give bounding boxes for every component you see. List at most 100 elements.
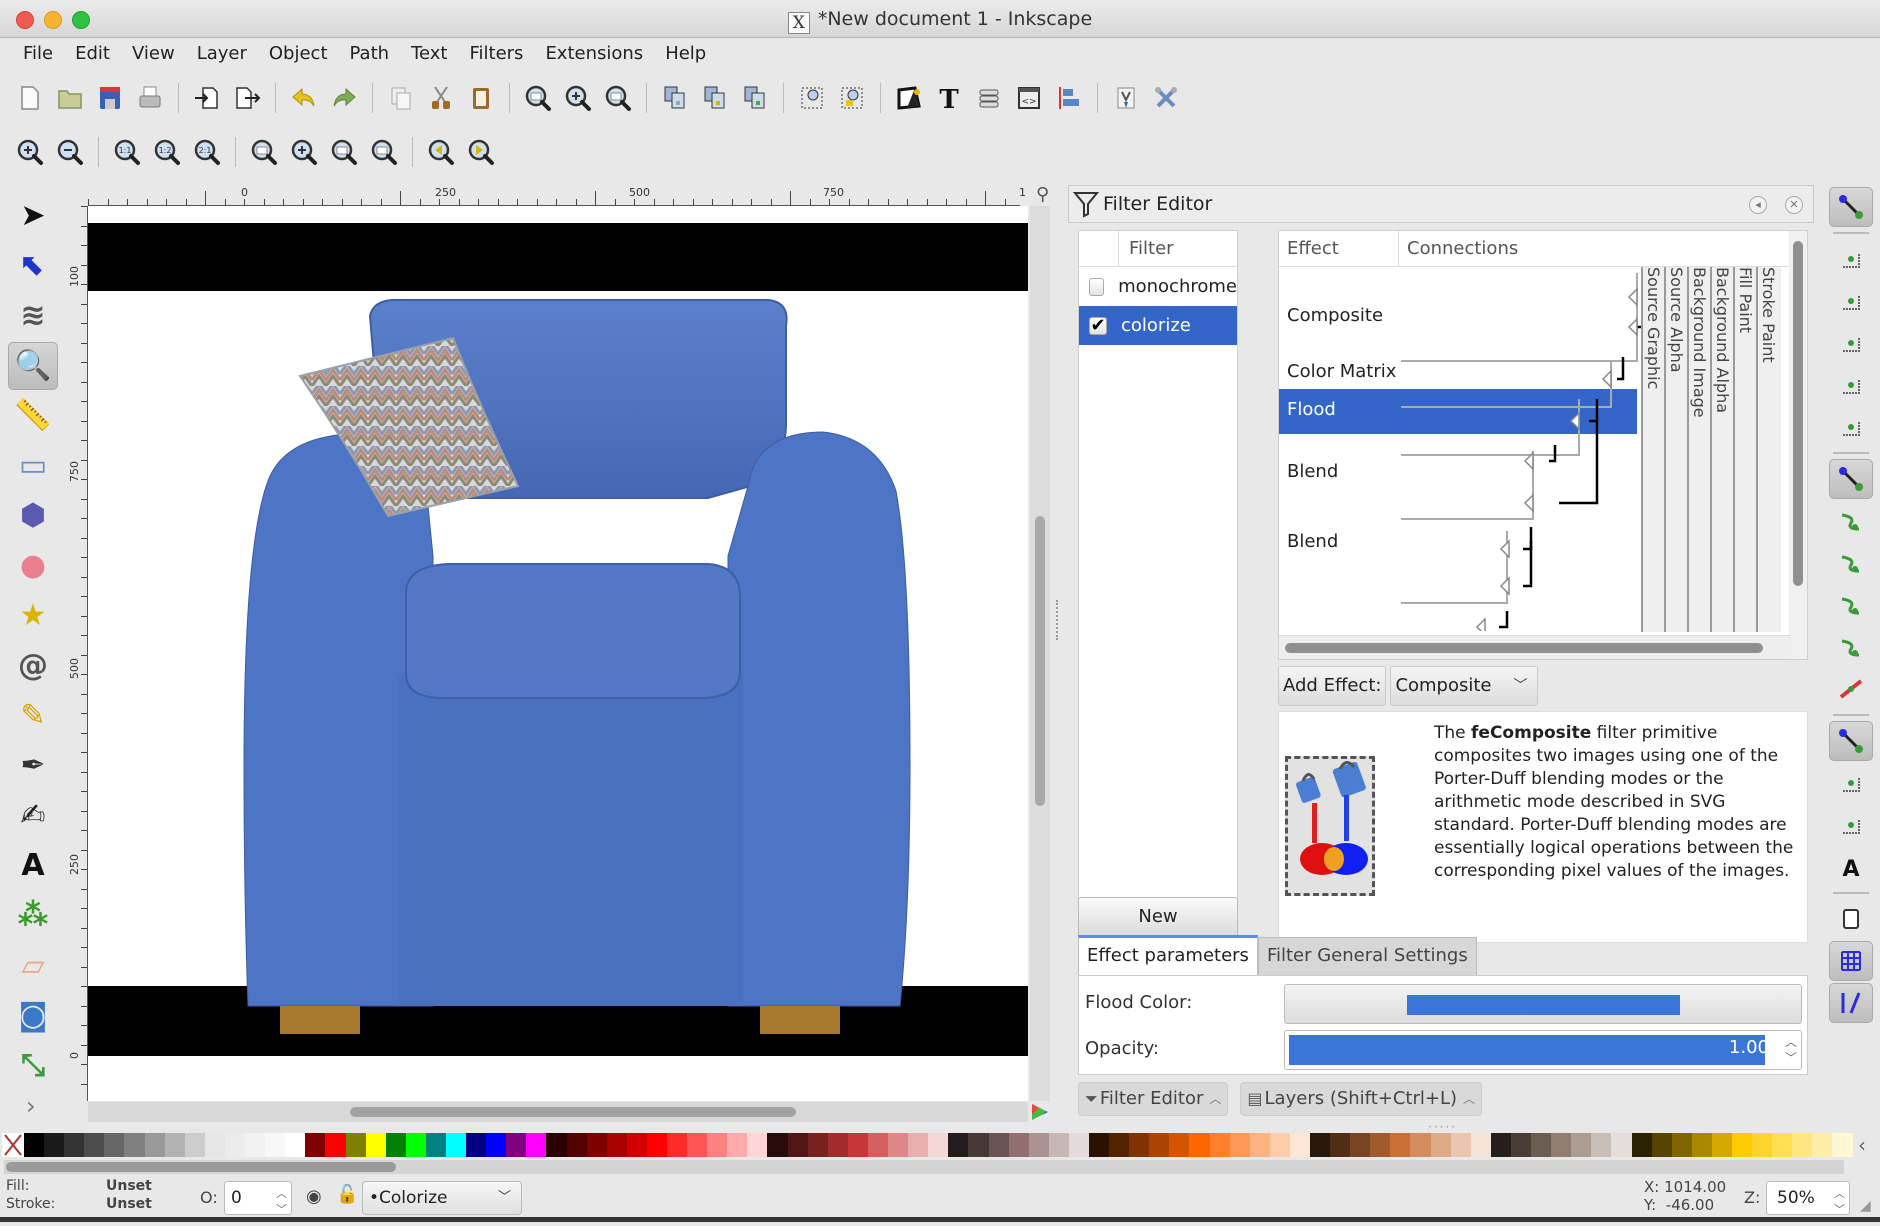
scrollbar-thumb[interactable] bbox=[6, 1162, 396, 1172]
palette-swatch[interactable] bbox=[1410, 1133, 1431, 1157]
palette-swatch[interactable] bbox=[1490, 1133, 1511, 1157]
spiral-tool-button[interactable]: @ bbox=[8, 642, 58, 690]
zoom-1-2-button[interactable]: 1:2 bbox=[147, 132, 187, 172]
palette-swatch[interactable] bbox=[1068, 1133, 1089, 1157]
palette-swatch[interactable] bbox=[1591, 1133, 1612, 1157]
color-management-icon[interactable] bbox=[1032, 1104, 1048, 1120]
paste-button[interactable] bbox=[461, 78, 501, 118]
palette-swatch[interactable] bbox=[1470, 1133, 1491, 1157]
object-opacity-spinbox[interactable]: 0 ︿ ﹀ bbox=[224, 1181, 292, 1216]
palette-swatch[interactable] bbox=[1289, 1133, 1310, 1157]
resize-grip[interactable]: ◢ bbox=[1860, 1198, 1871, 1214]
toolbox-more-button[interactable]: › bbox=[26, 1092, 66, 1120]
palette-swatch[interactable] bbox=[1531, 1133, 1552, 1157]
palette-swatch[interactable] bbox=[1310, 1133, 1331, 1157]
spin-down-icon[interactable]: ﹀ bbox=[1785, 1049, 1797, 1066]
export-button[interactable] bbox=[227, 78, 267, 118]
palette-swatch[interactable] bbox=[526, 1133, 547, 1157]
scrollbar-thumb[interactable] bbox=[1035, 516, 1045, 806]
palette-swatch[interactable] bbox=[245, 1133, 266, 1157]
palette-swatch[interactable] bbox=[1792, 1133, 1813, 1157]
ungroup-button[interactable] bbox=[832, 78, 872, 118]
palette-swatch[interactable] bbox=[1028, 1133, 1049, 1157]
snap-object-center-toggle[interactable] bbox=[1829, 763, 1873, 803]
connection-input-port[interactable] bbox=[1499, 576, 1510, 596]
3d-box-tool-button[interactable]: ⬢ bbox=[8, 492, 58, 540]
spin-up-icon[interactable]: ︿ bbox=[1785, 1033, 1797, 1050]
palette-swatch[interactable] bbox=[506, 1133, 527, 1157]
connection-input-port[interactable] bbox=[1601, 369, 1612, 389]
palette-swatch[interactable] bbox=[1711, 1133, 1732, 1157]
palette-swatch[interactable] bbox=[807, 1133, 828, 1157]
palette-swatch[interactable] bbox=[1450, 1133, 1471, 1157]
palette-swatch[interactable] bbox=[1129, 1133, 1150, 1157]
import-button[interactable] bbox=[187, 78, 227, 118]
palette-swatch[interactable] bbox=[646, 1133, 667, 1157]
scrollbar-thumb[interactable] bbox=[1793, 241, 1803, 586]
palette-swatch[interactable] bbox=[767, 1133, 788, 1157]
palette-swatch[interactable] bbox=[466, 1133, 487, 1157]
menu-text[interactable]: Text bbox=[400, 43, 458, 64]
cut-button[interactable] bbox=[421, 78, 461, 118]
menu-extensions[interactable]: Extensions bbox=[534, 43, 654, 64]
palette-swatch[interactable] bbox=[265, 1133, 286, 1157]
unlink-clone-button[interactable] bbox=[735, 78, 775, 118]
palette-swatch[interactable] bbox=[1330, 1133, 1351, 1157]
canvas-horizontal-scrollbar[interactable] bbox=[88, 1102, 1028, 1122]
palette-swatch[interactable] bbox=[305, 1133, 326, 1157]
palette-swatch[interactable] bbox=[546, 1133, 567, 1157]
snap-others-toggle[interactable] bbox=[1829, 721, 1873, 761]
palette-swatch[interactable] bbox=[1671, 1133, 1692, 1157]
palette-swatch[interactable] bbox=[1752, 1133, 1773, 1157]
filter-enabled-checkbox[interactable] bbox=[1089, 277, 1105, 296]
palette-swatch[interactable] bbox=[787, 1133, 808, 1157]
duplicate-button[interactable] bbox=[655, 78, 695, 118]
zoom-corner-icon[interactable]: ⚲ bbox=[1036, 184, 1049, 205]
menu-file[interactable]: File bbox=[12, 43, 64, 64]
document-properties-button[interactable] bbox=[1106, 78, 1146, 118]
palette-swatch[interactable] bbox=[687, 1133, 708, 1157]
panel-resize-handle[interactable] bbox=[1056, 600, 1060, 640]
align-distribute-button[interactable] bbox=[1049, 78, 1089, 118]
eraser-tool-button[interactable]: ▱ bbox=[8, 942, 58, 990]
filter-enabled-checkbox[interactable]: ✔ bbox=[1089, 316, 1107, 335]
palette-swatch[interactable] bbox=[566, 1133, 587, 1157]
xml-editor-button[interactable]: <> bbox=[1009, 78, 1049, 118]
dock-tab-filter[interactable]: ⏷ Filter Editor ︿ bbox=[1078, 1082, 1229, 1116]
palette-swatch[interactable] bbox=[667, 1133, 688, 1157]
canvas[interactable] bbox=[88, 206, 1028, 1101]
preferences-button[interactable] bbox=[1146, 78, 1186, 118]
palette-swatch[interactable] bbox=[1571, 1133, 1592, 1157]
opacity-slider[interactable]: 1.00 ︿ ﹀ bbox=[1284, 1030, 1802, 1070]
toggle-visibility-icon[interactable]: ◉ bbox=[306, 1186, 322, 1207]
palette-swatch[interactable] bbox=[44, 1133, 65, 1157]
new-filter-button[interactable]: New bbox=[1078, 897, 1238, 937]
palette-swatch[interactable] bbox=[1731, 1133, 1753, 1157]
calligraphy-tool-button[interactable]: ✍ bbox=[8, 792, 58, 840]
palette-swatch[interactable] bbox=[405, 1133, 426, 1157]
palette-swatch[interactable] bbox=[747, 1133, 768, 1157]
palette-swatch[interactable] bbox=[84, 1133, 105, 1157]
measure-tool-button[interactable]: 📏 bbox=[8, 392, 58, 440]
palette-swatch[interactable] bbox=[908, 1133, 929, 1157]
palette-swatch[interactable] bbox=[1109, 1133, 1130, 1157]
palette-swatch[interactable] bbox=[1048, 1133, 1069, 1157]
palette-swatch[interactable] bbox=[164, 1133, 185, 1157]
palette-swatch[interactable] bbox=[606, 1133, 627, 1157]
zoom-selection-button[interactable] bbox=[244, 132, 284, 172]
text-font-button[interactable]: T bbox=[929, 78, 969, 118]
palette-scrollbar[interactable] bbox=[4, 1160, 1844, 1174]
palette-swatch[interactable] bbox=[1249, 1133, 1270, 1157]
palette-swatch[interactable] bbox=[325, 1133, 346, 1157]
scrollbar-thumb[interactable] bbox=[350, 1107, 796, 1117]
palette-swatch[interactable] bbox=[707, 1133, 728, 1157]
snap-cusp-node-toggle[interactable] bbox=[1829, 585, 1873, 625]
palette-swatch[interactable] bbox=[24, 1133, 45, 1157]
zoom-page-width-button[interactable] bbox=[364, 132, 404, 172]
menu-help[interactable]: Help bbox=[654, 43, 717, 64]
palette-swatch[interactable] bbox=[988, 1133, 1009, 1157]
stroke-value[interactable]: Unset bbox=[106, 1196, 152, 1212]
scrollbar-thumb[interactable] bbox=[1285, 643, 1763, 653]
palette-swatch[interactable] bbox=[345, 1133, 366, 1157]
connection-input-port[interactable] bbox=[1627, 317, 1638, 337]
